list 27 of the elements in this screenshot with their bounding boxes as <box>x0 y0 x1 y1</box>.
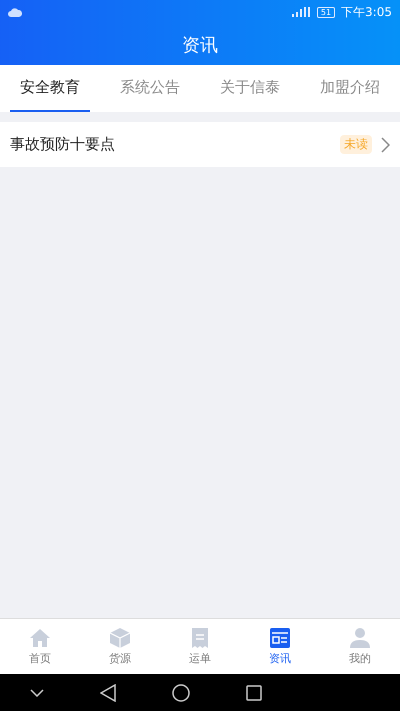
battery-icon: 51 <box>316 6 336 18</box>
nav-tab[interactable]: 资讯 <box>240 619 320 674</box>
clock-time: 下午3:05 <box>341 4 392 20</box>
nav-tab[interactable]: 首页 <box>0 619 80 674</box>
nav-tab[interactable]: 我的 <box>320 619 400 674</box>
news-icon <box>269 627 291 649</box>
receipt-icon <box>189 627 211 649</box>
recents-icon[interactable] <box>246 684 262 700</box>
unread-badge: 未读 <box>340 135 372 154</box>
cloud-icon <box>8 7 22 17</box>
nav-tab[interactable]: 运单 <box>160 619 240 674</box>
back-icon[interactable] <box>100 684 116 702</box>
box-icon <box>109 627 131 649</box>
category-tab[interactable]: 加盟介绍 <box>310 65 390 112</box>
home-icon <box>29 627 51 649</box>
person-icon <box>349 627 371 649</box>
collapse-icon[interactable] <box>30 688 44 696</box>
category-tab[interactable]: 系统公告 <box>110 65 190 112</box>
article-title: 事故预防十要点 <box>10 135 116 154</box>
category-tab[interactable]: 关于信泰 <box>210 65 290 112</box>
chevron-right-icon <box>380 136 390 152</box>
category-tab[interactable]: 安全教育 <box>10 65 90 112</box>
signal-icon <box>290 6 311 18</box>
page-title: 资讯 <box>181 34 219 58</box>
article-row[interactable]: 事故预防十要点 未读 <box>0 122 400 167</box>
home-button-icon[interactable] <box>172 684 190 702</box>
nav-tab[interactable]: 货源 <box>80 619 160 674</box>
